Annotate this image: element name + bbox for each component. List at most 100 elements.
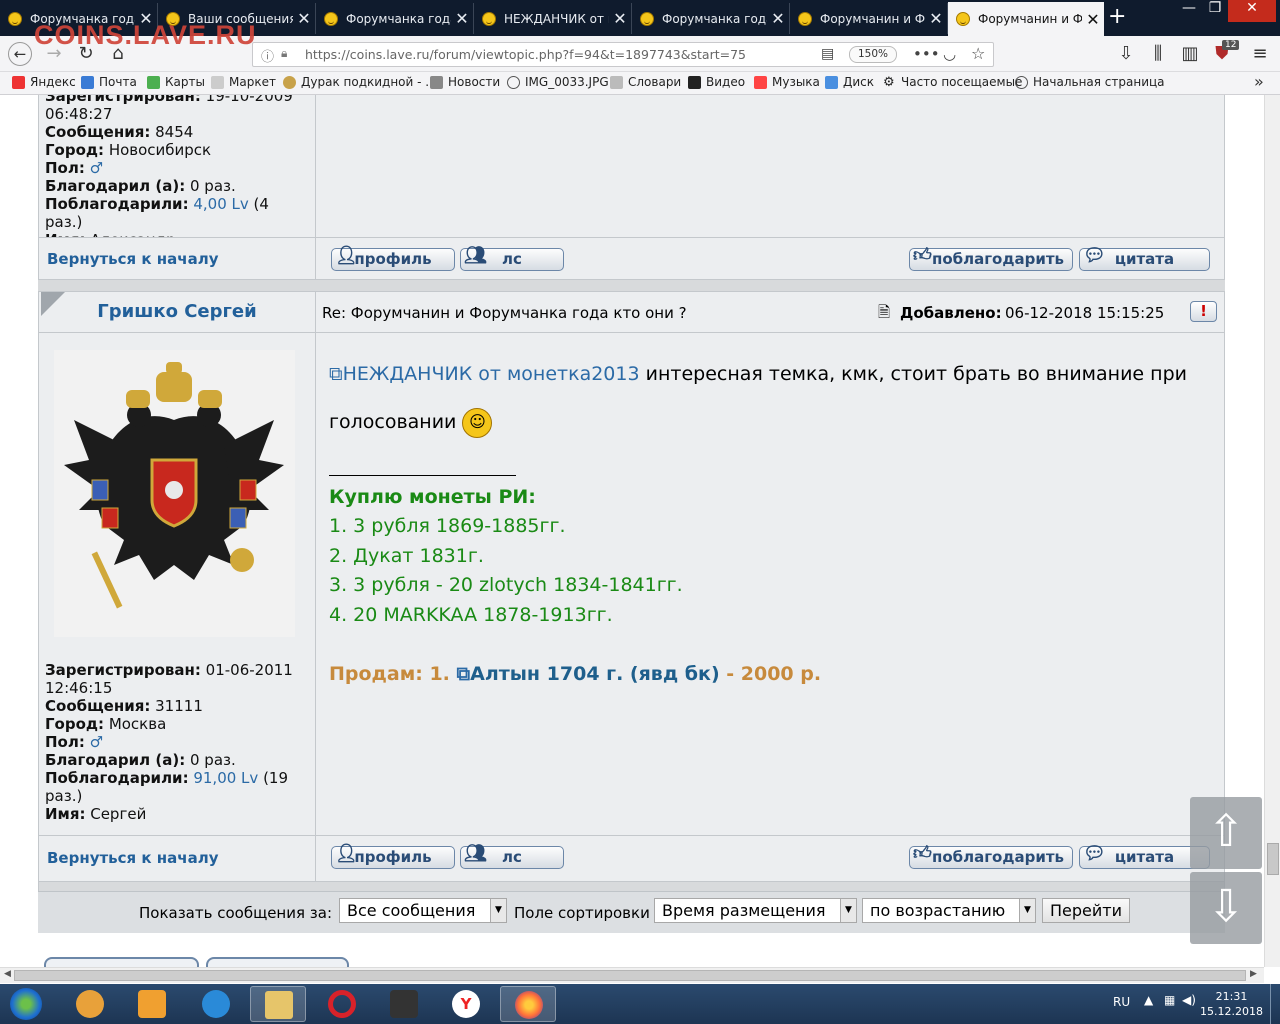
signature-item: 1. 3 рубля 1869-1885гг. <box>329 515 566 537</box>
post-footer-right: 👤︎ профиль 👥︎ лс 👍︎ поблагодарить 💬︎ цитата <box>315 835 1225 881</box>
library-icon[interactable]: ⫼ <box>1146 42 1170 66</box>
bookmark-item[interactable]: Новости <box>430 75 500 89</box>
more-bookmarks-icon[interactable]: » <box>1254 72 1264 91</box>
network-icon[interactable]: ▦ <box>1164 993 1175 1007</box>
scroll-down-arrow-icon[interactable]: ⇩ <box>1190 872 1262 944</box>
sort-field-select[interactable]: Время размещения ▼ <box>654 898 857 923</box>
profile-button[interactable]: 👤︎ профиль <box>331 843 455 869</box>
partial-button[interactable] <box>206 957 349 967</box>
show-desktop-button[interactable] <box>1270 984 1280 1024</box>
scroll-thumb[interactable] <box>14 970 1246 981</box>
vertical-scrollbar[interactable] <box>1264 95 1280 967</box>
bookmark-item[interactable]: Начальная страница <box>1015 75 1165 89</box>
close-tab-icon[interactable]: ✕ <box>609 9 631 28</box>
sidebar-icon[interactable]: ▥ <box>1178 42 1202 66</box>
start-button[interactable] <box>0 986 50 1022</box>
back-to-top-link[interactable]: Вернуться к началу <box>47 849 218 867</box>
sell-item-link[interactable]: Алтын 1704 г. (явд бк) <box>470 663 720 685</box>
minimize-icon[interactable]: — <box>1176 0 1202 22</box>
close-tab-icon[interactable]: ✕ <box>925 9 947 28</box>
tray-arrow-icon[interactable]: ▲ <box>1144 993 1153 1007</box>
pm-button[interactable]: 👥︎ лс <box>460 245 564 271</box>
go-button[interactable]: Перейти <box>1042 898 1130 923</box>
bookmark-item[interactable]: Диск <box>825 75 874 89</box>
bookmark-item[interactable]: Маркет <box>211 75 276 89</box>
browser-tab[interactable]: Форумчанка года ✕ <box>632 3 790 34</box>
clock[interactable]: 21:31 15.12.2018 <box>1200 989 1263 1019</box>
bookmark-item[interactable]: Словари <box>610 75 681 89</box>
horizontal-scrollbar[interactable]: ◀ ▶ <box>0 967 1264 983</box>
address-bar[interactable]: ⓘ 🔒︎ https://coins.lave.ru/forum/viewtop… <box>252 42 994 67</box>
taskbar-app[interactable] <box>314 986 370 1022</box>
taskbar-app[interactable] <box>124 986 180 1022</box>
thank-button[interactable]: 👍︎ поблагодарить <box>909 245 1073 271</box>
scroll-right-icon[interactable]: ▶ <box>1250 969 1257 979</box>
more-actions-icon[interactable]: ••• <box>913 45 940 63</box>
new-tab-button[interactable]: + <box>1108 4 1126 29</box>
bookmark-item[interactable]: Видео <box>688 75 745 89</box>
taskbar-app[interactable]: Y <box>438 986 494 1022</box>
male-icon: ♂ <box>89 733 104 751</box>
taskbar-app[interactable] <box>250 986 306 1022</box>
post-header-bar: Re: Форумчанин и Форумчанка года кто они… <box>315 291 1225 333</box>
taskbar-app[interactable] <box>376 986 432 1022</box>
browser-tab-active[interactable]: Форумчанин и Фо ✕ <box>948 2 1104 36</box>
reader-view-icon[interactable]: ▤ <box>821 46 834 62</box>
bookmark-item[interactable]: Яндекс <box>12 75 76 89</box>
quoted-topic-link[interactable]: НЕЖДАНЧИК от монетка2013 <box>343 363 640 385</box>
globe-icon <box>507 75 520 89</box>
zoom-indicator[interactable]: 150% <box>849 46 898 63</box>
taskbar-app[interactable] <box>62 986 118 1022</box>
scroll-thumb[interactable] <box>1267 843 1279 875</box>
show-messages-label: Показать сообщения за: <box>139 904 333 922</box>
bookmark-item[interactable]: ⚙ Часто посещаемые <box>883 75 1022 89</box>
bookmark-item[interactable]: Музыка <box>754 75 820 89</box>
menu-icon[interactable]: ≡ <box>1248 42 1272 66</box>
speech-bubble-icon: 💬︎ <box>1083 843 1106 864</box>
bookmark-star-icon[interactable]: ☆ <box>971 44 985 63</box>
post-subject: Re: Форумчанин и Форумчанка года кто они… <box>322 304 687 322</box>
post-author-name[interactable]: Гришко Сергей <box>39 301 315 322</box>
volume-icon[interactable]: ◀) <box>1182 993 1196 1007</box>
scroll-left-icon[interactable]: ◀ <box>4 969 11 979</box>
post-icon: 🗎︎ <box>878 303 891 321</box>
close-tab-icon[interactable]: ✕ <box>1082 10 1104 29</box>
back-to-top-link[interactable]: Вернуться к началу <box>47 250 218 268</box>
close-tab-icon[interactable]: ✕ <box>451 9 473 28</box>
quote-button[interactable]: 💬︎ цитата <box>1079 245 1210 271</box>
post-userinfo: Зарегистрирован: 01-06-2011 12:46:15 Соо… <box>45 661 293 823</box>
partial-button[interactable] <box>44 957 199 967</box>
download-icon[interactable]: ⇩ <box>1114 42 1138 66</box>
taskbar-app[interactable] <box>188 986 244 1022</box>
close-tab-icon[interactable]: ✕ <box>293 9 315 28</box>
close-tab-icon[interactable]: ✕ <box>767 9 789 28</box>
thanks-link[interactable]: 4,00 Lv <box>193 195 248 213</box>
profile-button[interactable]: 👤︎ профиль <box>331 245 455 271</box>
restore-icon[interactable]: ❐ <box>1202 0 1228 22</box>
bookmark-item[interactable]: IMG_0033.JPG <box>507 75 609 89</box>
pm-button[interactable]: 👥︎ лс <box>460 843 564 869</box>
browser-tab[interactable]: Форумчанин и Фо ✕ <box>790 3 948 34</box>
external-link-icon: ⧉ <box>329 363 343 385</box>
sort-order-select[interactable]: по возрастанию ▼ <box>862 898 1036 923</box>
browser-tab[interactable]: Форумчанка года ✕ <box>316 3 474 34</box>
firefox-icon <box>515 991 543 1019</box>
scroll-up-arrow-icon[interactable]: ⇧ <box>1190 797 1262 869</box>
language-indicator[interactable]: RU <box>1113 995 1130 1009</box>
back-arrow-icon[interactable]: ← <box>8 42 32 66</box>
bookmark-item[interactable]: Карты <box>147 75 205 89</box>
taskbar-app[interactable] <box>500 986 556 1022</box>
close-window-icon[interactable]: ✕ <box>1228 0 1276 22</box>
info-icon[interactable]: ⓘ <box>261 46 274 65</box>
period-select[interactable]: Все сообщения ▼ <box>339 898 507 923</box>
bookmark-item[interactable]: Почта <box>81 75 137 89</box>
thanks-link[interactable]: 91,00 Lv <box>193 769 258 787</box>
thank-button[interactable]: 👍︎ поблагодарить <box>909 843 1073 869</box>
signature-divider <box>329 464 516 476</box>
post-date: 06-12-2018 15:15:25 <box>1005 304 1165 322</box>
bookmark-item[interactable]: Дурак подкидной - ... <box>283 75 437 89</box>
prev-post-footer-right: 👤︎ профиль 👥︎ лс 👍︎ поблагодарить 💬︎ цитата <box>315 237 1225 279</box>
browser-tab[interactable]: НЕЖДАНЧИК от м ✕ <box>474 3 632 34</box>
pocket-icon[interactable]: ◡ <box>943 45 956 63</box>
report-button[interactable]: ! <box>1190 301 1217 322</box>
